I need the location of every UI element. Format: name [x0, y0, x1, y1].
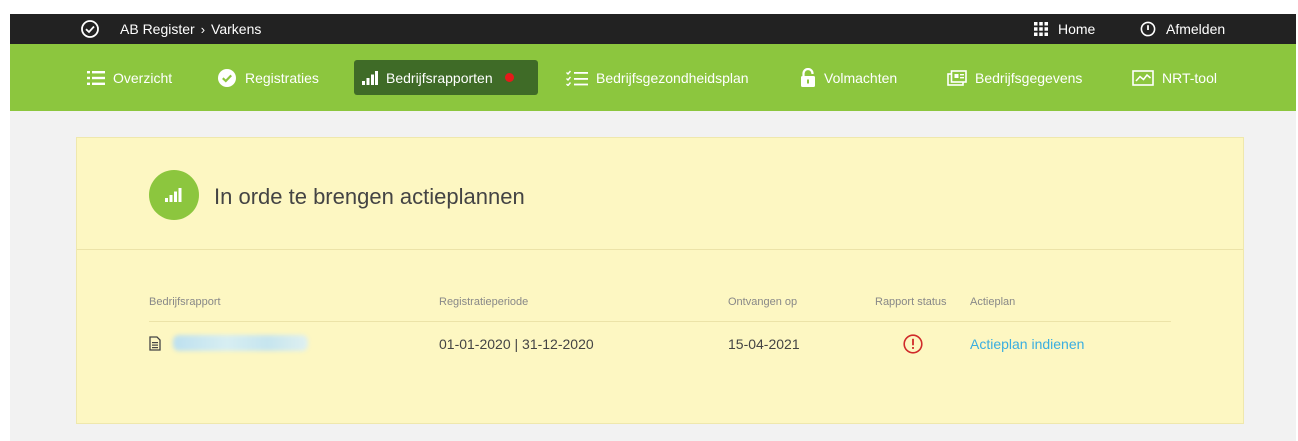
power-icon — [1140, 21, 1156, 37]
home-label: Home — [1058, 21, 1096, 37]
nav-label: NRT-tool — [1162, 69, 1217, 86]
column-header-actieplan: Actieplan — [970, 296, 1016, 308]
column-header-ontvangen-op: Ontvangen op — [728, 296, 798, 308]
nav-item-bedrijfsrapporten[interactable]: Bedrijfsrapporten — [354, 60, 538, 95]
app-window: AB Register › Varkens Home Afmelden Over… — [10, 14, 1296, 441]
logout-label: Afmelden — [1166, 21, 1226, 37]
breadcrumb: AB Register › Varkens — [120, 21, 261, 37]
chart-window-icon — [1132, 69, 1154, 86]
list-icon — [87, 70, 105, 85]
nav-label: Bedrijfsgezondheidsplan — [596, 69, 749, 86]
nav-item-bedrijfsgegevens[interactable]: Bedrijfsgegevens — [939, 60, 1090, 95]
card-header: In orde te brengen actieplannen — [77, 138, 1243, 250]
nav-label: Bedrijfsgegevens — [975, 69, 1083, 86]
document-icon — [149, 336, 161, 351]
period-cell: 01-01-2020 | 31-12-2020 — [439, 336, 594, 352]
home-link[interactable]: Home — [1034, 19, 1095, 39]
checklist-icon — [566, 70, 588, 86]
logout-link[interactable]: Afmelden — [1140, 19, 1225, 39]
report-link-redacted[interactable] — [173, 335, 308, 351]
breadcrumb-item-varkens[interactable]: Varkens — [211, 21, 261, 37]
column-header-bedrijfsrapport: Bedrijfsrapport — [149, 296, 221, 308]
card-title: In orde te brengen actieplannen — [214, 184, 525, 209]
column-header-registratieperiode: Registratieperiode — [439, 296, 529, 308]
top-bar: AB Register › Varkens Home Afmelden — [10, 14, 1296, 44]
main-nav: Overzicht Registraties Bedrijfsrapporten — [10, 44, 1296, 111]
nav-label: Overzicht — [113, 69, 173, 86]
nav-label: Volmachten — [824, 69, 898, 86]
submit-action-plan-link[interactable]: Actieplan indienen — [970, 336, 1084, 352]
nav-item-nrt-tool[interactable]: NRT-tool — [1124, 60, 1225, 95]
signal-bars-icon — [362, 70, 378, 85]
alert-circle-icon — [903, 334, 923, 354]
column-header-rapport-status: Rapport status — [875, 296, 947, 308]
nav-item-registraties[interactable]: Registraties — [209, 60, 327, 95]
nav-label: Bedrijfsrapporten — [386, 69, 493, 86]
check-circle-icon — [218, 68, 236, 87]
lock-icon — [801, 67, 815, 87]
breadcrumb-separator: › — [200, 21, 206, 37]
nav-item-bedrijfsgezondheidsplan[interactable]: Bedrijfsgezondheidsplan — [558, 60, 757, 95]
nav-label: Registraties — [245, 69, 319, 86]
nav-item-volmachten[interactable]: Volmachten — [792, 60, 905, 95]
notification-dot — [504, 73, 514, 82]
breadcrumb-item-ab-register[interactable]: AB Register — [120, 21, 195, 37]
signal-bars-badge-icon — [149, 170, 199, 220]
received-date-cell: 15-04-2021 — [728, 336, 800, 352]
action-plans-card: In orde te brengen actieplannen Bedrijfs… — [76, 137, 1244, 424]
grid-icon — [1034, 22, 1048, 36]
table-divider — [149, 321, 1171, 322]
check-circle-logo-icon[interactable] — [80, 19, 100, 39]
nav-item-overzicht[interactable]: Overzicht — [79, 60, 180, 95]
documents-icon — [947, 69, 967, 86]
